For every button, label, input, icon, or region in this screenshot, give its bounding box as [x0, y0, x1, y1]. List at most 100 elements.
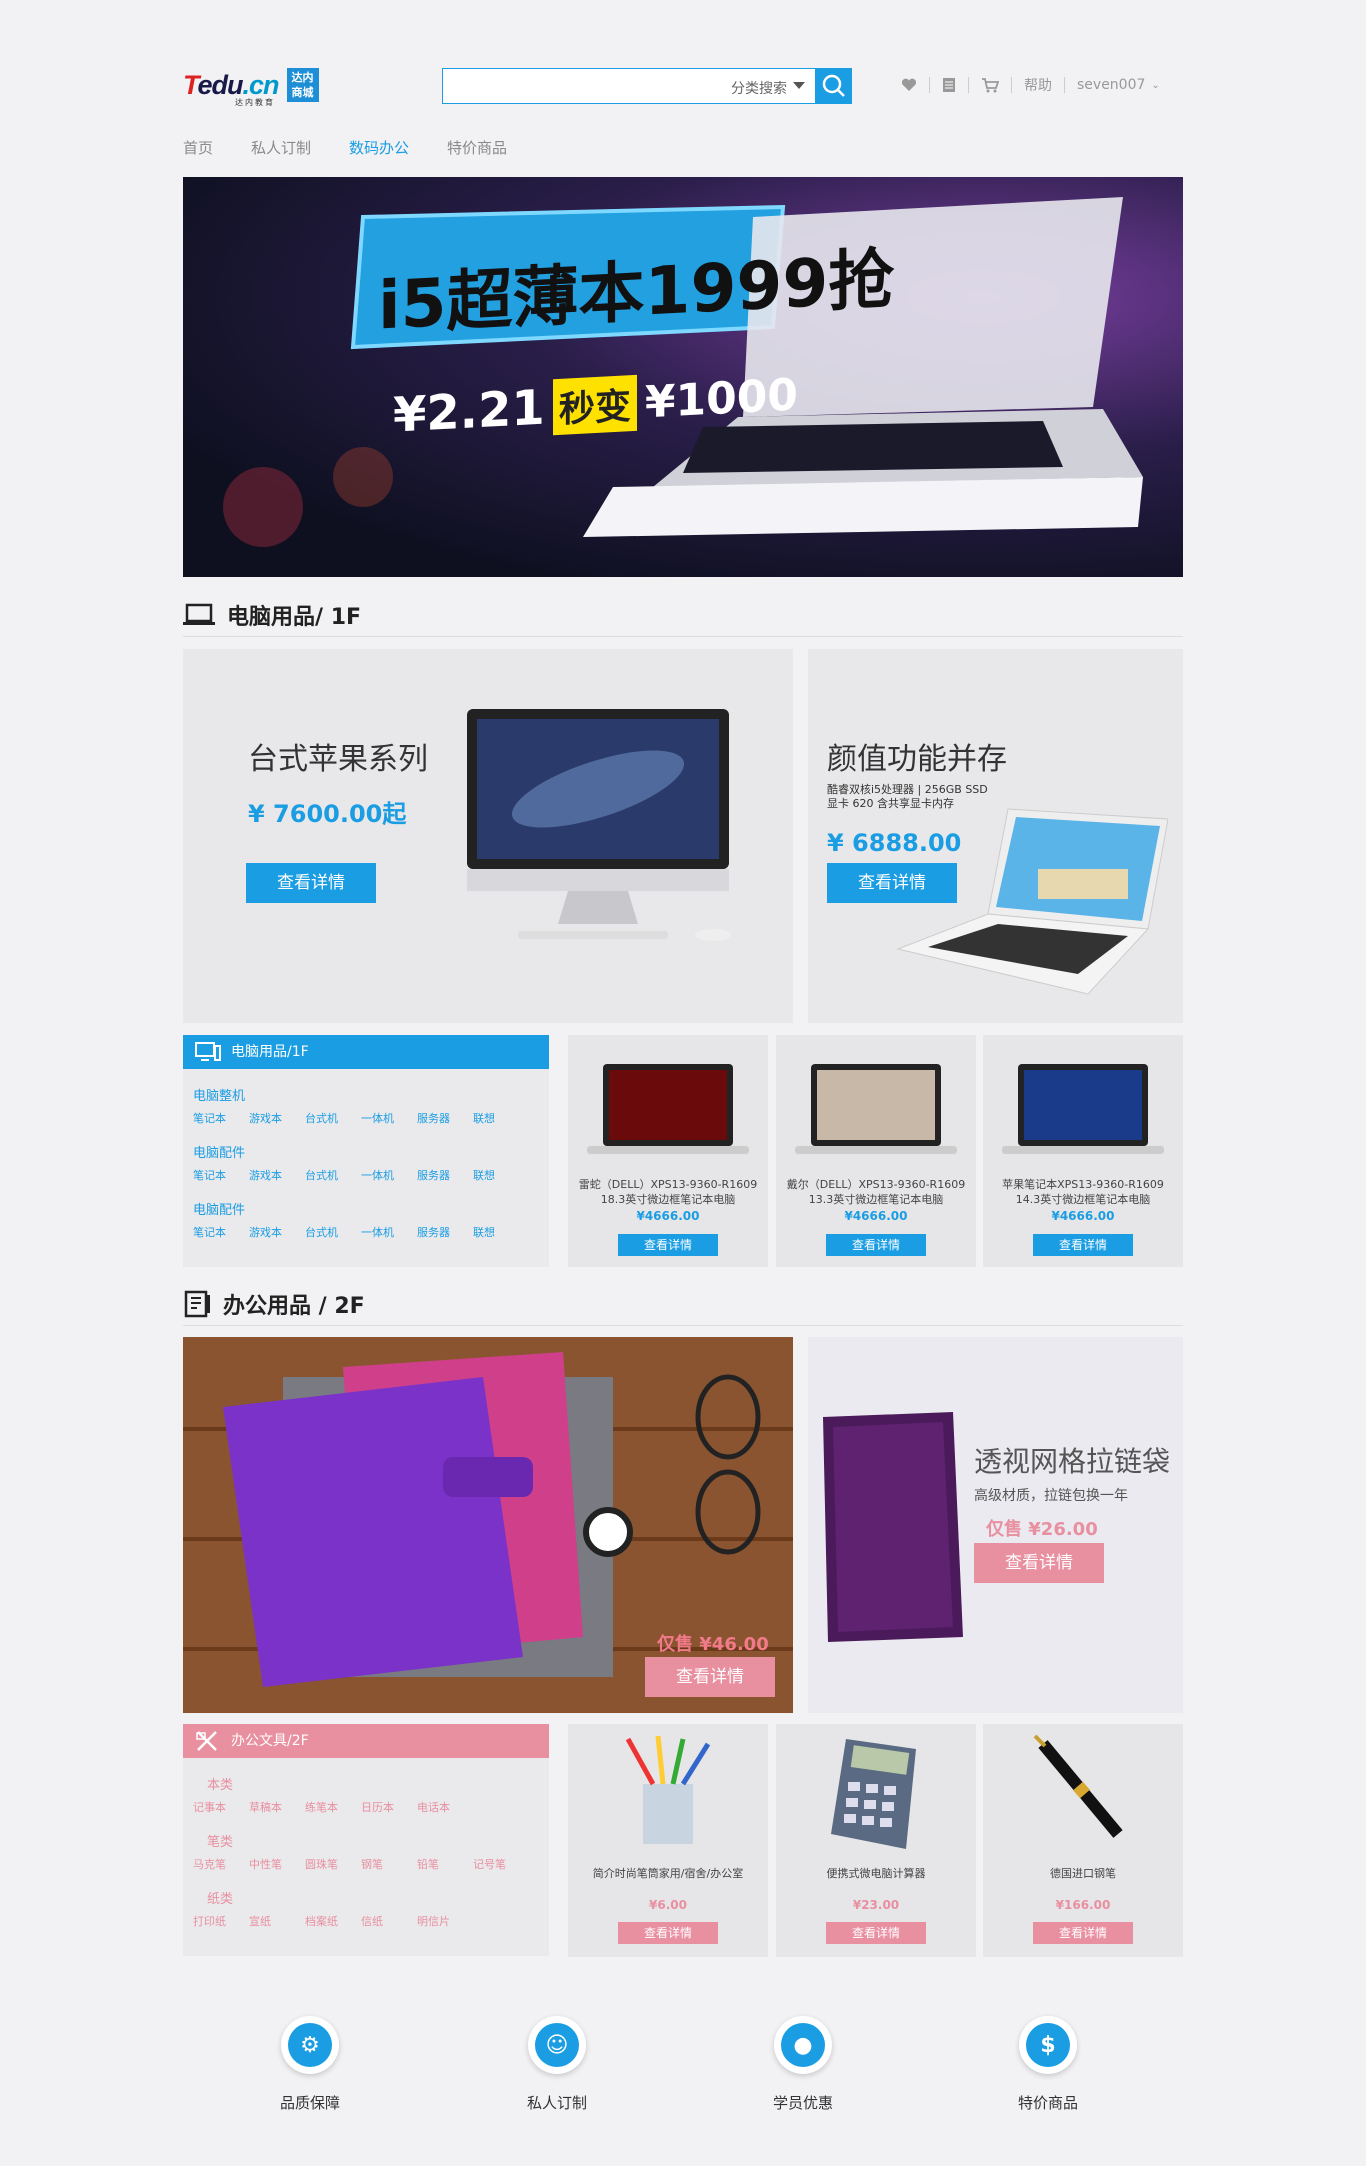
category-item-link[interactable]: 游戏本 [249, 1110, 305, 1126]
category-item-link[interactable]: 日历本 [361, 1799, 417, 1815]
dollar-icon: $ [1026, 2023, 1070, 2067]
username-menu[interactable]: seven007 [1077, 77, 1145, 93]
search-input[interactable] [449, 75, 729, 97]
category-group-title[interactable]: 电脑整机 [193, 1085, 539, 1104]
category-item-link[interactable]: 练笔本 [305, 1799, 361, 1815]
category-group-title[interactable]: 本类 [193, 1774, 539, 1793]
product-card[interactable]: 苹果笔记本XPS13-9360-R1609 14.3英寸微边框笔记本电脑 ¥4666… [983, 1035, 1183, 1267]
category-item-link[interactable]: 服务器 [417, 1110, 473, 1126]
category-item-link[interactable]: 台式机 [305, 1224, 361, 1240]
category-item-link[interactable]: 笔记本 [193, 1224, 249, 1240]
category-item-link[interactable]: 游戏本 [249, 1167, 305, 1183]
chevron-down-icon[interactable]: ⌄ [1151, 80, 1159, 91]
category-item-link[interactable]: 马克笔 [193, 1856, 249, 1872]
product-name[interactable]: 德国进口钢笔 [993, 1866, 1173, 1881]
view-details-button[interactable]: 查看详情 [826, 1234, 926, 1256]
product-card[interactable]: 雷蛇（DELL）XPS13-9360-R1609 18.3英寸微边框笔记本电脑 ¥4… [568, 1035, 768, 1267]
category-item-link[interactable]: 记号笔 [473, 1856, 529, 1872]
category-item-link[interactable]: 一体机 [361, 1110, 417, 1126]
view-details-button[interactable]: 查看详情 [645, 1657, 775, 1697]
promo-imac[interactable]: 台式苹果系列 ¥ 7600.00起 查看详情 [183, 649, 793, 1023]
nav-item-home[interactable]: 首页 [183, 137, 213, 161]
logo[interactable]: Tedu.cn 达内教育 达内商城 [183, 68, 319, 107]
search-category-select[interactable]: 分类搜索 [731, 78, 805, 98]
feature-label[interactable]: 品质保障 [250, 2092, 370, 2113]
feature-item[interactable]: ● 学员优惠 [743, 2016, 863, 2113]
product-price: ¥4666.00 [844, 1209, 908, 1223]
view-details-button[interactable]: 查看详情 [974, 1543, 1104, 1583]
product-card[interactable]: 德国进口钢笔 ¥166.00 查看详情 [983, 1724, 1183, 1957]
logo-sub: 达内教育 [235, 98, 275, 107]
feature-label[interactable]: 私人订制 [497, 2092, 617, 2113]
product-price: ¥23.00 [852, 1898, 900, 1912]
category-item-link[interactable]: 联想 [473, 1224, 529, 1240]
feature-item[interactable]: ⚙ 品质保障 [250, 2016, 370, 2113]
product-name[interactable]: 18.3英寸微边框笔记本电脑 [578, 1192, 758, 1207]
promo-laptop[interactable]: 颜值功能并存 酷睿双核i5处理器 | 256GB SSD 显卡 620 含共享显… [808, 649, 1183, 1023]
category-group-title[interactable]: 纸类 [193, 1888, 539, 1907]
category-item-link[interactable]: 联想 [473, 1167, 529, 1183]
category-item-list: 打印纸 宣纸 档案纸 信纸 明信片 [193, 1913, 539, 1929]
feature-label[interactable]: 特价商品 [988, 2092, 1108, 2113]
category-group-title[interactable]: 电脑配件 [193, 1199, 539, 1218]
product-card[interactable]: 戴尔（DELL）XPS13-9360-R1609 13.3英寸微边框笔记本电脑 ¥4… [776, 1035, 976, 1267]
promo-mesh-bag[interactable]: 透视网格拉链袋 高级材质，拉链包换一年 仅售 ¥26.00 查看详情 [808, 1337, 1183, 1713]
order-icon[interactable] [942, 77, 956, 93]
promo-title: 颜值功能并存 [827, 742, 1007, 777]
category-item-link[interactable]: 铅笔 [417, 1856, 473, 1872]
product-name[interactable]: 14.3英寸微边框笔记本电脑 [993, 1192, 1173, 1207]
category-item-link[interactable]: 档案纸 [305, 1913, 361, 1929]
view-details-button[interactable]: 查看详情 [826, 1922, 926, 1944]
category-item-link[interactable]: 打印纸 [193, 1913, 249, 1929]
feature-item[interactable]: $ 特价商品 [988, 2016, 1108, 2113]
category-item-link[interactable]: 草稿本 [249, 1799, 305, 1815]
nav-item-custom[interactable]: 私人订制 [251, 137, 311, 161]
view-details-button[interactable]: 查看详情 [1033, 1234, 1133, 1256]
category-item-link[interactable]: 联想 [473, 1110, 529, 1126]
search-button[interactable] [815, 68, 852, 104]
hero-banner[interactable]: i5超薄本1999抢 ¥2.21 秒变 ¥1000 [183, 177, 1183, 577]
category-item-link[interactable]: 宣纸 [249, 1913, 305, 1929]
feature-item[interactable]: ☺ 私人订制 [497, 2016, 617, 2113]
product-price: ¥4666.00 [636, 1209, 700, 1223]
category-item-link[interactable]: 信纸 [361, 1913, 417, 1929]
main-nav: 首页 私人订制 数码办公 特价商品 [183, 137, 1183, 161]
cart-icon[interactable] [981, 77, 999, 93]
nav-item-special[interactable]: 特价商品 [447, 137, 507, 161]
promo-notebook[interactable]: 仅售 ¥46.00 查看详情 [183, 1337, 793, 1713]
category-item-link[interactable]: 记事本 [193, 1799, 249, 1815]
category-item-link[interactable]: 钢笔 [361, 1856, 417, 1872]
view-details-button[interactable]: 查看详情 [246, 863, 376, 903]
category-group-title[interactable]: 笔类 [193, 1831, 539, 1850]
category-item-link[interactable]: 中性笔 [249, 1856, 305, 1872]
category-item-link[interactable]: 游戏本 [249, 1224, 305, 1240]
feature-label[interactable]: 学员优惠 [743, 2092, 863, 2113]
gear-icon: ⚙ [288, 2023, 332, 2067]
category-item-link[interactable]: 台式机 [305, 1167, 361, 1183]
help-link[interactable]: 帮助 [1024, 75, 1052, 95]
product-name[interactable]: 简介时尚笔筒家用/宿舍/办公室 [578, 1866, 758, 1881]
category-item-link[interactable]: 笔记本 [193, 1110, 249, 1126]
category-item-link[interactable]: 服务器 [417, 1167, 473, 1183]
nav-item-digital[interactable]: 数码办公 [349, 137, 409, 161]
product-name[interactable]: 便携式微电脑计算器 [786, 1866, 966, 1881]
category-item-link[interactable]: 服务器 [417, 1224, 473, 1240]
category-item-link[interactable]: 台式机 [305, 1110, 361, 1126]
view-details-button[interactable]: 查看详情 [618, 1922, 718, 1944]
product-card[interactable]: 便携式微电脑计算器 ¥23.00 查看详情 [776, 1724, 976, 1957]
category-item-link[interactable]: 电话本 [417, 1799, 473, 1815]
product-name[interactable]: 苹果笔记本XPS13-9360-R1609 [993, 1177, 1173, 1192]
product-name[interactable]: 13.3英寸微边框笔记本电脑 [786, 1192, 966, 1207]
heart-icon[interactable] [901, 78, 917, 92]
view-details-button[interactable]: 查看详情 [1033, 1922, 1133, 1944]
product-card[interactable]: 简介时尚笔筒家用/宿舍/办公室 ¥6.00 查看详情 [568, 1724, 768, 1957]
product-name[interactable]: 雷蛇（DELL）XPS13-9360-R1609 [578, 1177, 758, 1192]
category-item-link[interactable]: 一体机 [361, 1224, 417, 1240]
product-name[interactable]: 戴尔（DELL）XPS13-9360-R1609 [786, 1177, 966, 1192]
category-item-link[interactable]: 圆珠笔 [305, 1856, 361, 1872]
category-item-link[interactable]: 明信片 [417, 1913, 473, 1929]
category-item-link[interactable]: 一体机 [361, 1167, 417, 1183]
category-group-title[interactable]: 电脑配件 [193, 1142, 539, 1161]
view-details-button[interactable]: 查看详情 [618, 1234, 718, 1256]
category-item-link[interactable]: 笔记本 [193, 1167, 249, 1183]
